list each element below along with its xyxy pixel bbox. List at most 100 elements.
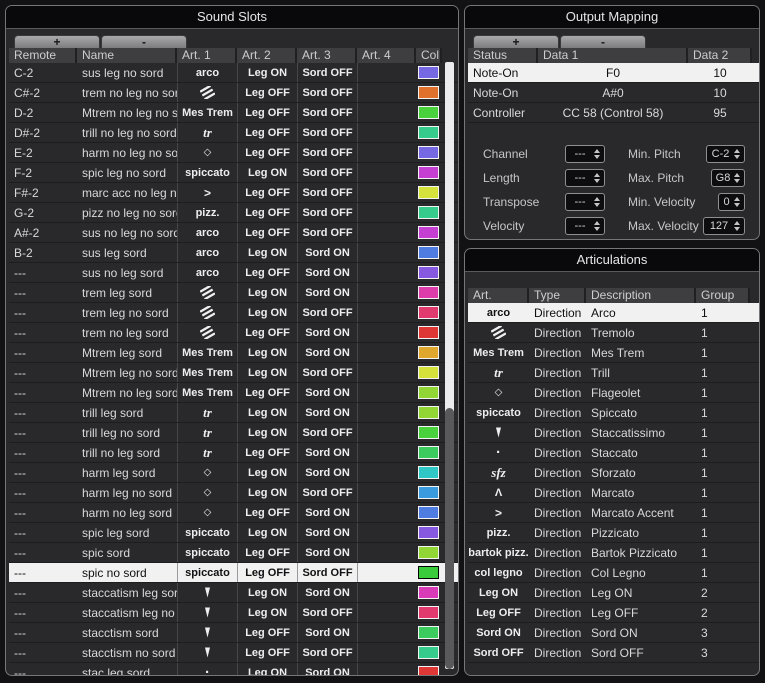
spinner-down-icon[interactable] (593, 203, 600, 207)
length-spinner[interactable]: --- (565, 169, 605, 187)
color-swatch[interactable] (418, 606, 439, 619)
spinner-down-icon[interactable] (733, 155, 740, 159)
sound-slot-row[interactable]: --- harm leg no sord ◇ Leg ON Sord OFF (9, 483, 458, 503)
color-swatch[interactable] (418, 226, 439, 239)
channel-spinner[interactable]: --- (565, 145, 605, 163)
sound-slot-row[interactable]: --- trem leg no sord Leg ON Sord OFF (9, 303, 458, 323)
spinner-arrows-icon[interactable] (732, 221, 744, 231)
articulation-row[interactable]: pizz. Direction Pizzicato 1 (468, 523, 759, 543)
color-swatch[interactable] (418, 546, 439, 559)
max-velocity-spinner[interactable]: 127 (703, 217, 745, 235)
remove-sound-slot-button[interactable]: - (101, 35, 187, 48)
spinner-up-icon[interactable] (593, 197, 600, 201)
color-swatch[interactable] (418, 126, 439, 139)
articulation-row[interactable]: Mes Trem Direction Mes Trem 1 (468, 343, 759, 363)
sound-slot-row[interactable]: --- stac leg sord · Leg ON Sord ON (9, 663, 458, 675)
sound-slot-row[interactable]: --- stacctism sord Leg OFF Sord ON (9, 623, 458, 643)
color-swatch[interactable] (418, 86, 439, 99)
articulation-row[interactable]: Direction Tremolo 1 (468, 323, 759, 343)
sound-slot-row[interactable]: --- trill no leg sord tr Leg OFF Sord ON (9, 443, 458, 463)
articulation-row[interactable]: > Direction Marcato Accent 1 (468, 503, 759, 523)
sound-slot-row[interactable]: --- trem leg sord Leg ON Sord ON (9, 283, 458, 303)
color-swatch[interactable] (418, 666, 439, 675)
color-swatch[interactable] (418, 266, 439, 279)
color-swatch[interactable] (418, 246, 439, 259)
color-swatch[interactable] (418, 506, 439, 519)
sound-slot-row[interactable]: F#-2 marc acc no leg no sord > Leg OFFSord … (9, 183, 458, 203)
spinner-down-icon[interactable] (593, 179, 600, 183)
add-sound-slot-button[interactable]: + (14, 35, 100, 48)
color-swatch[interactable] (418, 466, 439, 479)
sound-slot-row[interactable]: --- harm no leg sord ◇ Leg OFF Sord ON (9, 503, 458, 523)
spinner-up-icon[interactable] (593, 149, 600, 153)
articulation-row[interactable]: ◇ Direction Flageolet 1 (468, 383, 759, 403)
color-swatch[interactable] (418, 286, 439, 299)
sound-slot-row[interactable]: E-2 harm no leg no sord ◇ Leg OFFSord OFF (9, 143, 458, 163)
spinner-up-icon[interactable] (733, 197, 740, 201)
sound-slot-row[interactable]: --- Mtrem no leg sord Mes Trem Leg OFF Sord … (9, 383, 458, 403)
spinner-arrows-icon[interactable] (732, 173, 744, 183)
sound-slot-row[interactable]: C-2 sus leg no sord arco Leg ON Sord OFF (9, 63, 458, 83)
spinner-up-icon[interactable] (733, 221, 740, 225)
sound-slot-row[interactable]: --- spic no sord spiccato Leg OFF Sord OFF (9, 563, 458, 583)
articulation-row[interactable]: col legno Direction Col Legno 1 (468, 563, 759, 583)
articulation-row[interactable]: Sord OFF Direction Sord OFF 3 (468, 643, 759, 663)
articulation-row[interactable]: Leg OFF Direction Leg OFF 2 (468, 603, 759, 623)
sound-slot-row[interactable]: --- staccatism leg sord Leg ON Sord ON (9, 583, 458, 603)
articulation-row[interactable]: bartok pizz. Direction Bartok Pizzicato 1 (468, 543, 759, 563)
sound-slot-row[interactable]: G-2 pizz no leg no sord pizz. Leg OFF Sord O… (9, 203, 458, 223)
sound-slots-scrollbar[interactable] (445, 62, 454, 669)
spinner-arrows-icon[interactable] (732, 197, 744, 207)
articulation-row[interactable]: sfz Direction Sforzato 1 (468, 463, 759, 483)
spinner-arrows-icon[interactable] (732, 149, 744, 159)
color-swatch[interactable] (418, 186, 439, 199)
color-swatch[interactable] (418, 426, 439, 439)
sound-slot-row[interactable]: --- spic sord spiccato Leg OFF Sord ON (9, 543, 458, 563)
color-swatch[interactable] (418, 406, 439, 419)
spinner-up-icon[interactable] (733, 173, 740, 177)
output-event-row[interactable]: Note-On F0 10 (468, 63, 759, 83)
color-swatch[interactable] (418, 206, 439, 219)
color-swatch[interactable] (418, 366, 439, 379)
sound-slot-row[interactable]: B-2 sus leg sord arco Leg ON Sord ON (9, 243, 458, 263)
sound-slot-row[interactable]: C#-2 trem no leg no sord Leg OFF Sord OFF (9, 83, 458, 103)
remove-output-event-button[interactable]: - (560, 35, 646, 48)
sound-slot-row[interactable]: --- Mtrem leg no sord Mes Trem Leg ON Sord O… (9, 363, 458, 383)
velocity-spinner[interactable]: --- (565, 217, 605, 235)
spinner-arrows-icon[interactable] (592, 221, 604, 231)
spinner-down-icon[interactable] (733, 179, 740, 183)
color-swatch[interactable] (418, 626, 439, 639)
spinner-up-icon[interactable] (593, 173, 600, 177)
spinner-arrows-icon[interactable] (592, 149, 604, 159)
articulation-row[interactable]: Leg ON Direction Leg ON 2 (468, 583, 759, 603)
color-swatch[interactable] (418, 586, 439, 599)
sound-slot-row[interactable]: --- trill leg no sord tr Leg ON Sord OFF (9, 423, 458, 443)
max-pitch-spinner[interactable]: G8 (711, 169, 745, 187)
color-swatch[interactable] (418, 66, 439, 79)
sound-slot-row[interactable]: --- Mtrem leg sord Mes Trem Leg ON Sord ON (9, 343, 458, 363)
articulation-row[interactable]: Λ Direction Marcato 1 (468, 483, 759, 503)
min-velocity-spinner[interactable]: 0 (718, 193, 745, 211)
sound-slot-row[interactable]: D-2 Mtrem no leg no sordMes TremLeg OFFSo… (9, 103, 458, 123)
spinner-down-icon[interactable] (733, 227, 740, 231)
sound-slot-row[interactable]: --- harm leg sord ◇ Leg ON Sord ON (9, 463, 458, 483)
sound-slot-row[interactable]: D#-2 trill no leg no sord tr Leg OFF Sord OF… (9, 123, 458, 143)
color-swatch[interactable] (418, 566, 439, 579)
spinner-down-icon[interactable] (593, 155, 600, 159)
output-event-row[interactable]: Note-On A#0 10 (468, 83, 759, 103)
color-swatch[interactable] (418, 646, 439, 659)
output-event-row[interactable]: Controller CC 58 (Control 58) 95 (468, 103, 759, 123)
color-swatch[interactable] (418, 526, 439, 539)
articulation-row[interactable]: tr Direction Trill 1 (468, 363, 759, 383)
spinner-up-icon[interactable] (733, 149, 740, 153)
spinner-down-icon[interactable] (733, 203, 740, 207)
spinner-arrows-icon[interactable] (592, 197, 604, 207)
sound-slot-row[interactable]: --- trem no leg sord Leg OFF Sord ON (9, 323, 458, 343)
articulation-row[interactable]: · Direction Staccato 1 (468, 443, 759, 463)
color-swatch[interactable] (418, 446, 439, 459)
color-swatch[interactable] (418, 346, 439, 359)
color-swatch[interactable] (418, 326, 439, 339)
scrollbar-thumb[interactable] (445, 407, 454, 669)
sound-slot-row[interactable]: --- staccatism leg no sord Leg ONSord OFF (9, 603, 458, 623)
add-output-event-button[interactable]: + (473, 35, 559, 48)
